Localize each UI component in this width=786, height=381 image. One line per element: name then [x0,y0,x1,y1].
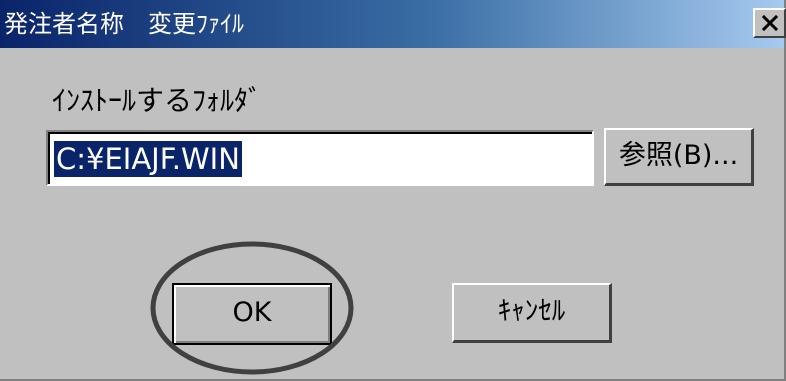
install-folder-input[interactable]: C:¥EIAJF.WIN [46,130,594,186]
title-bar[interactable]: 発注者名称 変更ﾌｧｲﾙ [0,0,786,48]
install-folder-value: C:¥EIAJF.WIN [54,141,242,177]
close-button[interactable] [753,8,786,38]
ok-button[interactable]: OK [172,283,332,345]
cancel-button[interactable]: ｷｬﾝｾﾙ [452,283,612,343]
install-folder-label: ｲﾝｽﾄｰﾙするﾌｫﾙﾀﾞ [52,84,263,117]
close-icon [761,15,778,31]
dialog-window: 発注者名称 変更ﾌｧｲﾙ ｲﾝｽﾄｰﾙするﾌｫﾙﾀﾞ C:¥EIAJF.WIN … [0,0,786,381]
window-title: 発注者名称 変更ﾌｧｲﾙ [4,10,244,38]
browse-button[interactable]: 参照(B)... [604,128,754,186]
